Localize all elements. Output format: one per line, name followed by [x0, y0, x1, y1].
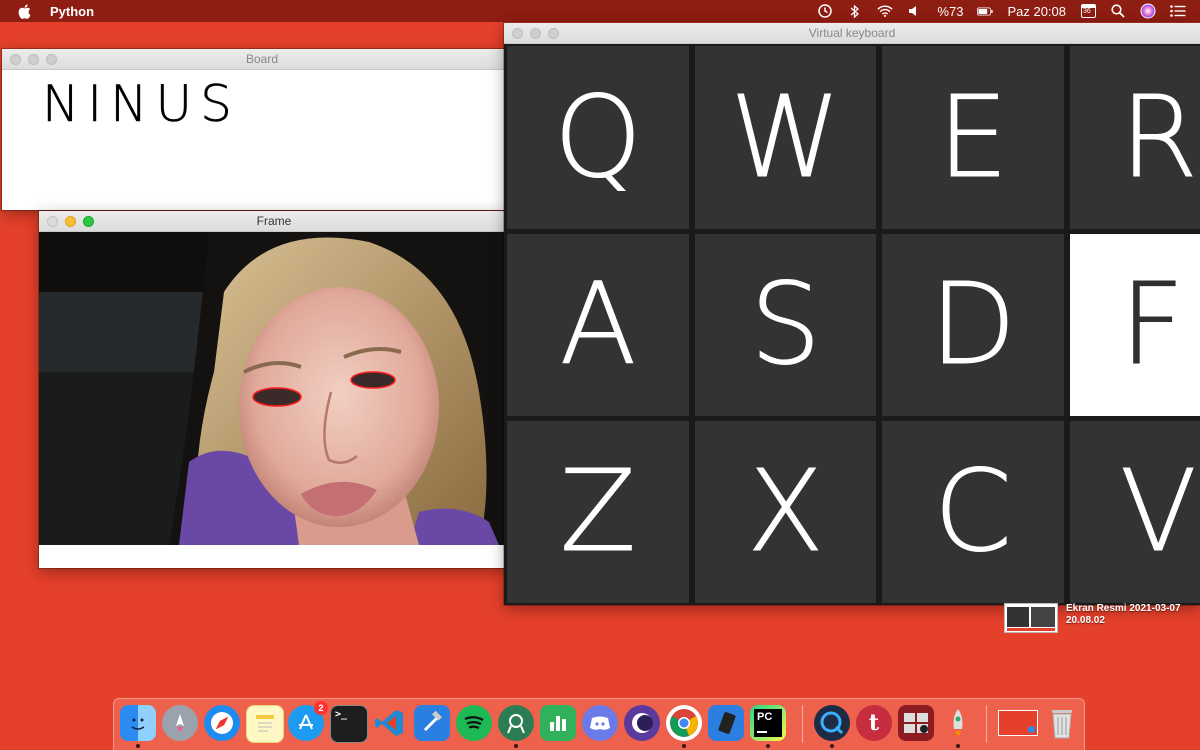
virtual-keyboard-title: Virtual keyboard — [808, 26, 896, 40]
battery-icon[interactable] — [977, 4, 994, 18]
discord-icon[interactable] — [582, 705, 618, 741]
notification-center-icon[interactable] — [1170, 4, 1186, 18]
android-studio-icon[interactable] — [498, 705, 534, 741]
webcam-feed — [39, 232, 509, 545]
frame-title: Frame — [256, 214, 292, 228]
zoom-button[interactable] — [46, 54, 57, 65]
eclipse-icon[interactable] — [624, 705, 660, 741]
rocket-icon[interactable] — [940, 705, 976, 741]
virtual-keyboard-window[interactable]: Virtual keyboard Q W E R A S D F Z X C V — [504, 23, 1200, 605]
quicktime-icon[interactable] — [814, 705, 850, 741]
board-typed-text: NINUS — [42, 75, 240, 134]
active-app-name[interactable]: Python — [50, 4, 94, 19]
menubar-clock[interactable]: Paz 20:08 — [1007, 4, 1066, 19]
vscode-icon[interactable] — [372, 705, 408, 741]
board-window[interactable]: Board NINUS — [2, 49, 522, 210]
zoom-button[interactable] — [548, 28, 559, 39]
board-titlebar[interactable]: Board — [2, 49, 522, 70]
file-thumbnail — [1004, 603, 1058, 633]
key-x[interactable]: X — [695, 421, 876, 603]
finder-icon[interactable] — [120, 705, 156, 741]
close-button[interactable] — [512, 28, 523, 39]
safari-icon[interactable] — [204, 705, 240, 741]
key-q[interactable]: Q — [507, 46, 689, 229]
key-e[interactable]: E — [882, 46, 1064, 229]
minimize-button[interactable] — [28, 54, 39, 65]
webcam-image — [39, 232, 509, 545]
file-label: Ekran Resmi 2021-03-07 20.08.02 — [1066, 603, 1181, 626]
calendar-day: 36 — [1083, 8, 1091, 15]
time-machine-icon[interactable] — [817, 4, 833, 18]
wifi-icon[interactable] — [877, 4, 894, 18]
launchpad-icon[interactable] — [162, 705, 198, 741]
spotlight-search-icon[interactable] — [1110, 4, 1126, 18]
frame-window[interactable]: Frame — [39, 211, 509, 568]
key-f-highlighted[interactable]: F — [1070, 234, 1200, 416]
dock: 2 >_ PC t — [113, 698, 1085, 750]
frame-titlebar[interactable]: Frame — [39, 211, 509, 232]
pycharm-icon[interactable]: PC — [750, 705, 786, 741]
key-z[interactable]: Z — [507, 421, 689, 603]
minimize-button[interactable] — [65, 216, 76, 227]
spotify-icon[interactable] — [456, 705, 492, 741]
minimize-button[interactable] — [530, 28, 541, 39]
key-v[interactable]: V — [1070, 421, 1200, 603]
key-c[interactable]: C — [882, 421, 1064, 603]
bluetooth-icon[interactable] — [847, 4, 863, 18]
notes-icon[interactable] — [246, 705, 284, 743]
terminal-icon[interactable]: >_ — [330, 705, 368, 743]
downloads-stack-icon[interactable] — [998, 705, 1038, 741]
key-w[interactable]: W — [695, 46, 876, 229]
calendar-icon[interactable]: 36 — [1080, 4, 1096, 18]
chrome-icon[interactable] — [666, 705, 702, 741]
siri-icon[interactable] — [1140, 3, 1156, 19]
keyboard-grid: Q W E R A S D F Z X C V — [504, 44, 1200, 605]
virtual-keyboard-titlebar[interactable]: Virtual keyboard — [504, 23, 1200, 44]
desktop-screenshot-file[interactable]: Ekran Resmi 2021-03-07 20.08.02 — [1004, 603, 1194, 633]
key-r[interactable]: R — [1070, 46, 1200, 229]
xcode-icon[interactable] — [414, 705, 450, 741]
close-button[interactable] — [47, 216, 58, 227]
trash-icon[interactable] — [1044, 705, 1080, 741]
tumblr-icon[interactable]: t — [856, 705, 892, 741]
volume-icon[interactable] — [907, 4, 923, 18]
simulator-icon[interactable] — [708, 705, 744, 741]
battery-percent[interactable]: %73 — [937, 4, 963, 19]
photo-booth-icon[interactable] — [898, 705, 934, 741]
apple-icon[interactable] — [18, 3, 32, 19]
key-a[interactable]: A — [507, 234, 689, 416]
app-store-icon[interactable]: 2 — [288, 701, 328, 741]
zoom-button[interactable] — [83, 216, 94, 227]
close-button[interactable] — [10, 54, 21, 65]
menu-bar: Python %73 Paz 20:08 36 — [0, 0, 1200, 22]
numbers-icon[interactable] — [540, 705, 576, 741]
key-d[interactable]: D — [882, 234, 1064, 416]
key-s[interactable]: S — [695, 234, 876, 416]
board-title: Board — [245, 52, 279, 66]
app-store-badge: 2 — [314, 701, 328, 715]
